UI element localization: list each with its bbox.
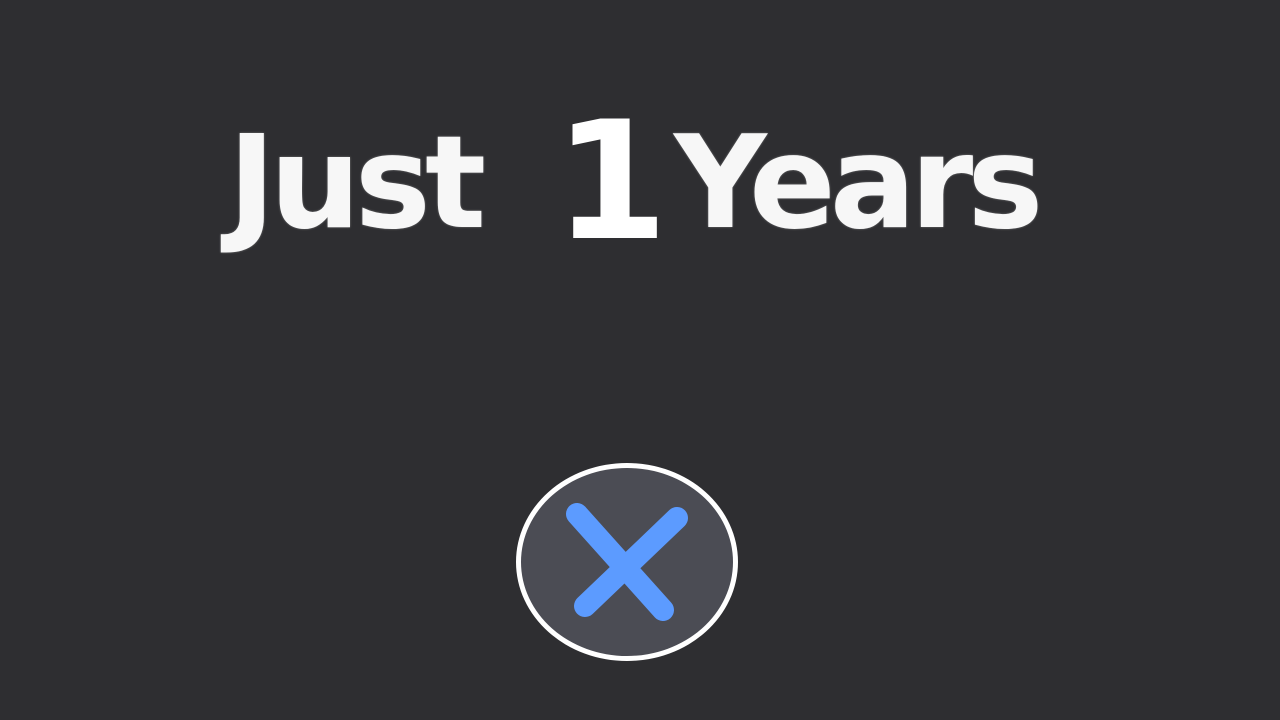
game-screen: Just 1 Years xyxy=(0,0,1280,720)
headline-prefix: Just xyxy=(228,109,486,258)
headline-suffix: Years xyxy=(674,109,1043,258)
close-button[interactable] xyxy=(516,463,738,661)
close-icon xyxy=(566,503,688,621)
headline-number: 1 xyxy=(554,86,668,277)
